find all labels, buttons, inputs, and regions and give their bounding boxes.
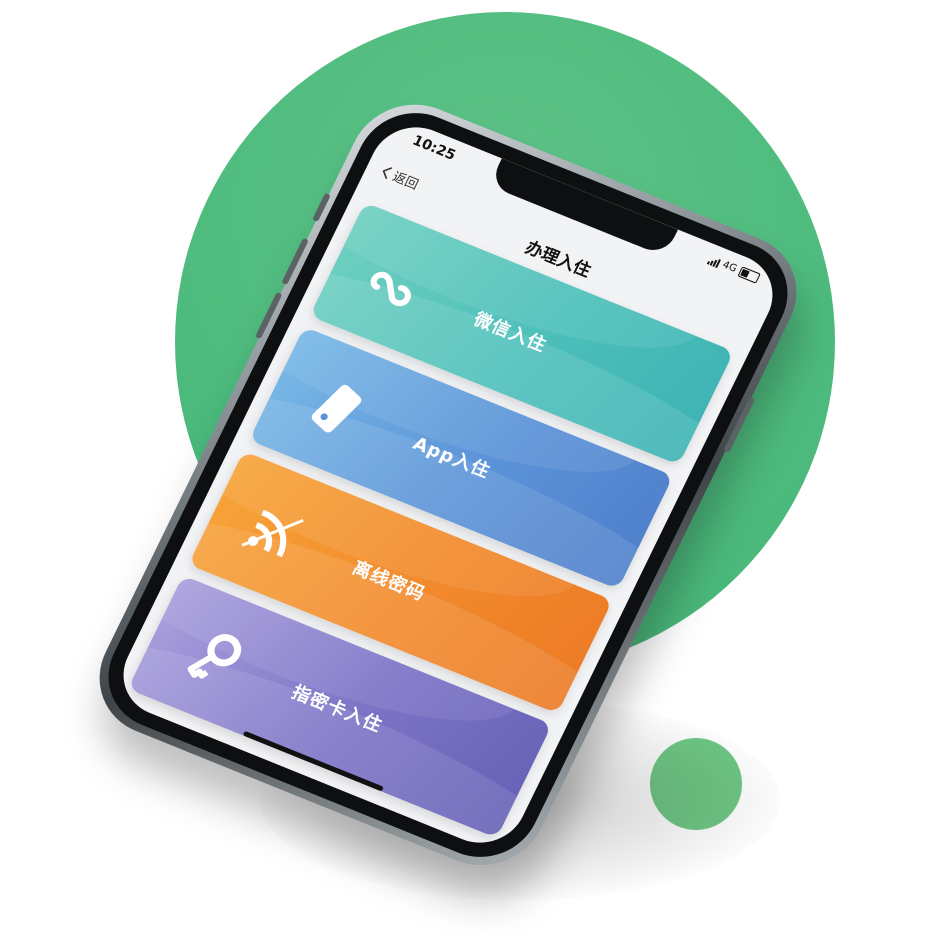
promo-stage: 10:25 4G 返回 办理入住 微信入住 App入住 离线密码 指密卡入住 xyxy=(0,0,929,942)
battery-icon xyxy=(737,266,761,284)
signal-icon xyxy=(706,254,722,268)
status-time: 10:25 xyxy=(409,132,459,164)
network-type: 4G xyxy=(720,259,739,275)
